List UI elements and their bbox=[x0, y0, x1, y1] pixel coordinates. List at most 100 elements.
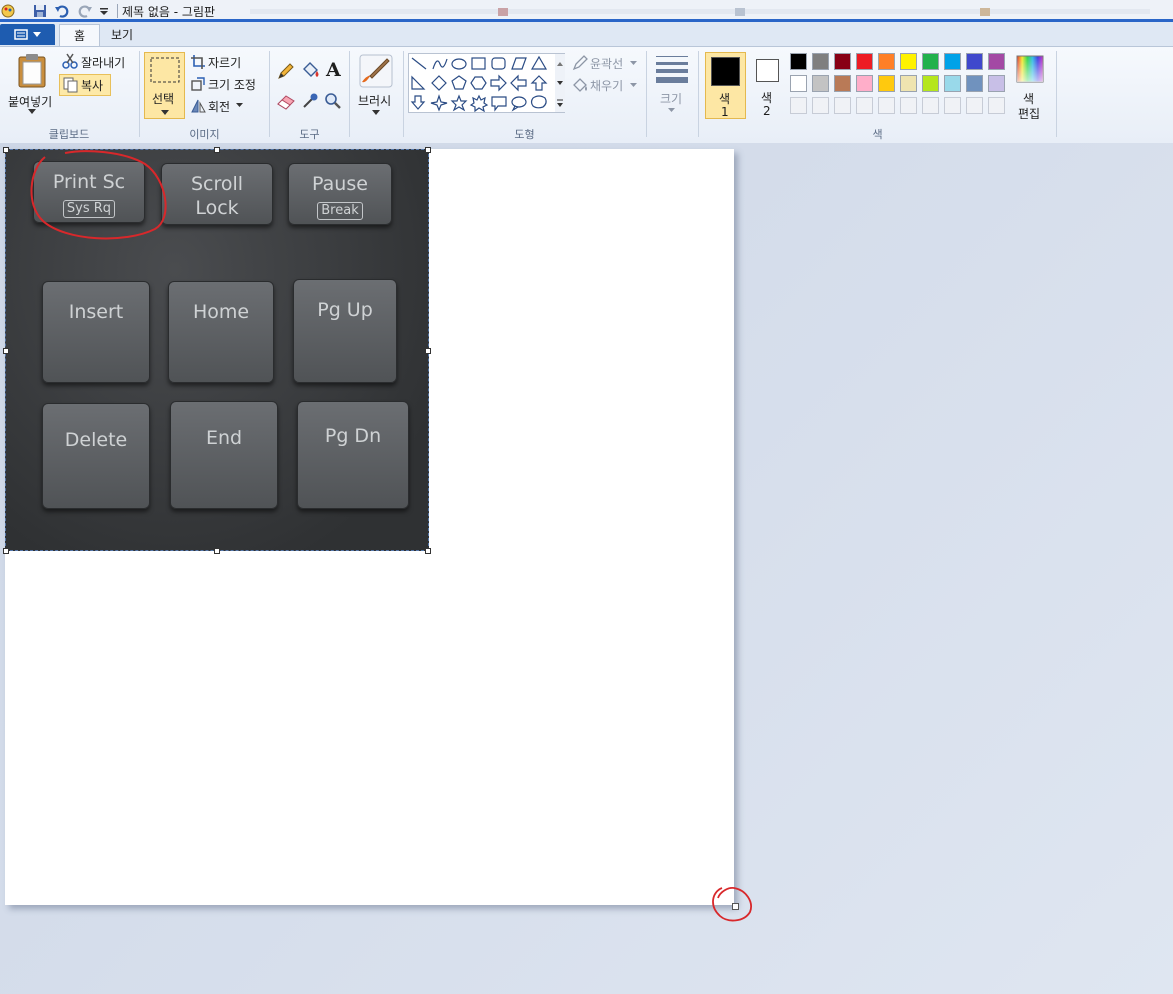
palette-swatch[interactable] bbox=[988, 53, 1005, 70]
cut-button[interactable]: 잘라내기 bbox=[62, 53, 138, 71]
rotate-icon bbox=[191, 99, 206, 113]
size-button[interactable]: 크기 bbox=[652, 53, 692, 119]
gallery-scroll-icon bbox=[555, 54, 565, 112]
fill-bucket-button[interactable] bbox=[299, 61, 321, 81]
palette-swatch[interactable] bbox=[922, 53, 939, 70]
custom-color-slot[interactable] bbox=[856, 97, 873, 114]
custom-color-slot[interactable] bbox=[988, 97, 1005, 114]
palette-swatch[interactable] bbox=[856, 75, 873, 92]
resize-handle-w[interactable] bbox=[3, 348, 9, 354]
outline-button[interactable]: 윤곽선 bbox=[572, 55, 642, 73]
shapes-gallery[interactable] bbox=[408, 53, 565, 113]
color-picker-button[interactable] bbox=[300, 91, 320, 111]
shapes-group-label: 도형 bbox=[514, 128, 535, 141]
palette-swatch[interactable] bbox=[812, 75, 829, 92]
resize-handle-sw[interactable] bbox=[3, 548, 9, 554]
pencil-icon bbox=[278, 63, 294, 79]
custom-color-slot[interactable] bbox=[790, 97, 807, 114]
edit-colors-label-2: 편집 bbox=[1018, 107, 1041, 121]
clipboard-group-label: 클립보드 bbox=[48, 128, 90, 141]
tools-group-label: 도구 bbox=[299, 128, 320, 141]
crop-button[interactable]: 자르기 bbox=[190, 53, 260, 71]
group-divider bbox=[139, 51, 140, 137]
select-button[interactable]: 선택 bbox=[144, 52, 185, 119]
resize-handle-se[interactable] bbox=[425, 548, 431, 554]
palette-swatch[interactable] bbox=[922, 75, 939, 92]
brush-button[interactable]: 브러시 bbox=[354, 52, 399, 120]
group-divider bbox=[403, 51, 404, 137]
paint-app-icon[interactable] bbox=[0, 3, 16, 19]
paste-label: 붙여넣기 bbox=[8, 95, 53, 109]
eraser-button[interactable] bbox=[276, 91, 298, 111]
title-bar: 제목 없음 - 그림판 bbox=[0, 0, 1173, 23]
rotate-label: 회전 bbox=[208, 100, 231, 114]
text-tool-button[interactable]: A bbox=[323, 59, 345, 81]
custom-color-slot[interactable] bbox=[966, 97, 983, 114]
colors-group-label: 색 bbox=[872, 128, 883, 141]
resize-handle-s[interactable] bbox=[214, 548, 220, 554]
palette-swatch[interactable] bbox=[790, 75, 807, 92]
resize-handle-nw[interactable] bbox=[3, 147, 9, 153]
palette-swatch[interactable] bbox=[856, 53, 873, 70]
canvas-resize-handle[interactable] bbox=[732, 903, 739, 910]
text-tool-icon: A bbox=[326, 59, 341, 81]
palette-swatch[interactable] bbox=[834, 75, 851, 92]
clipboard-icon bbox=[18, 54, 46, 88]
custom-color-slot[interactable] bbox=[812, 97, 829, 114]
group-divider bbox=[1056, 51, 1057, 137]
file-menu-button[interactable] bbox=[0, 24, 55, 45]
color2-number: 2 bbox=[763, 104, 771, 118]
size-label: 크기 bbox=[660, 92, 683, 106]
palette-swatch[interactable] bbox=[966, 53, 983, 70]
palette-swatch[interactable] bbox=[944, 53, 961, 70]
palette-swatch[interactable] bbox=[900, 75, 917, 92]
brush-label: 브러시 bbox=[358, 94, 392, 108]
selection-marquee[interactable] bbox=[5, 149, 429, 551]
palette-swatch[interactable] bbox=[790, 53, 807, 70]
outline-pen-icon bbox=[572, 55, 588, 71]
redo-icon[interactable] bbox=[77, 3, 93, 19]
fill-button[interactable]: 채우기 bbox=[572, 77, 642, 95]
save-icon[interactable] bbox=[32, 3, 48, 19]
fill-icon bbox=[573, 78, 587, 92]
rotate-button[interactable]: 회전 bbox=[190, 97, 250, 115]
resize-handle-n[interactable] bbox=[214, 147, 220, 153]
tab-view[interactable]: 보기 bbox=[97, 24, 147, 46]
palette-swatch[interactable] bbox=[988, 75, 1005, 92]
resize-label: 크기 조정 bbox=[208, 78, 256, 92]
outline-label: 윤곽선 bbox=[590, 57, 624, 71]
paint-bucket-icon bbox=[303, 62, 319, 77]
custom-color-slot[interactable] bbox=[878, 97, 895, 114]
undo-icon[interactable] bbox=[54, 3, 70, 19]
color-palette[interactable] bbox=[790, 53, 1010, 117]
chevron-down-icon bbox=[161, 110, 169, 115]
palette-swatch[interactable] bbox=[966, 75, 983, 92]
custom-color-slot[interactable] bbox=[922, 97, 939, 114]
copy-button[interactable]: 복사 bbox=[59, 74, 111, 96]
palette-swatch[interactable] bbox=[878, 53, 895, 70]
palette-swatch[interactable] bbox=[812, 53, 829, 70]
magnifier-button[interactable] bbox=[323, 91, 343, 111]
palette-swatch[interactable] bbox=[834, 53, 851, 70]
custom-color-slot[interactable] bbox=[900, 97, 917, 114]
ribbon: 붙여넣기 잘라내기 복사 클립보드 선택 자르기 크기 조정 회전 이미지 A … bbox=[0, 46, 1173, 144]
resize-button[interactable]: 크기 조정 bbox=[190, 75, 266, 93]
palette-swatch[interactable] bbox=[878, 75, 895, 92]
color2-button[interactable]: 색 2 bbox=[751, 52, 785, 119]
pencil-button[interactable] bbox=[276, 61, 296, 81]
chevron-down-icon bbox=[630, 61, 637, 65]
palette-swatch[interactable] bbox=[944, 75, 961, 92]
customize-toolbar-icon[interactable] bbox=[98, 3, 114, 19]
custom-color-slot[interactable] bbox=[834, 97, 851, 114]
custom-color-slot[interactable] bbox=[944, 97, 961, 114]
edit-colors-button[interactable]: 색 편집 bbox=[1012, 53, 1048, 121]
resize-handle-e[interactable] bbox=[425, 348, 431, 354]
resize-handle-ne[interactable] bbox=[425, 147, 431, 153]
tab-home[interactable]: 홈 bbox=[59, 24, 101, 47]
palette-swatch[interactable] bbox=[900, 53, 917, 70]
paste-button[interactable]: 붙여넣기 bbox=[6, 51, 58, 119]
magnifier-icon bbox=[325, 93, 341, 109]
group-divider bbox=[349, 51, 350, 137]
color1-button[interactable]: 색 1 bbox=[705, 52, 746, 119]
resize-icon bbox=[191, 77, 205, 91]
